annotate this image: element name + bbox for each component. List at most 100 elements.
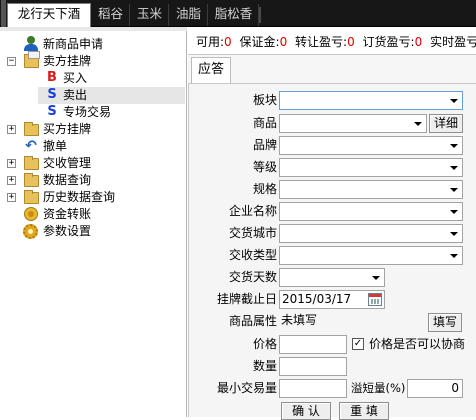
chevron-down-icon bbox=[450, 210, 458, 214]
tree-item-fund-transfer[interactable]: 资金转账 bbox=[0, 206, 187, 223]
tree-item-history-query[interactable]: + 历史数据查询 bbox=[0, 189, 187, 206]
settle-type-select[interactable] bbox=[279, 246, 463, 265]
sector-label: 板块 bbox=[252, 93, 277, 107]
attr-label: 商品属性 bbox=[228, 314, 277, 328]
grade-select[interactable] bbox=[279, 158, 463, 177]
tree-item-label: 买入 bbox=[63, 71, 88, 85]
sub-tab-bar: 应答 bbox=[188, 55, 476, 83]
confirm-button[interactable]: 确 认 bbox=[281, 402, 331, 420]
chevron-down-icon bbox=[450, 99, 458, 103]
tab-daogu[interactable]: 稻谷 bbox=[92, 4, 130, 26]
tree-item-label: 卖方挂牌 bbox=[43, 54, 92, 68]
tree-item-seller-listing[interactable]: − 卖方挂牌 bbox=[0, 51, 187, 70]
account-status-bar: 可用:0 保证金:0 转让盈亏:0 订货盈亏:0 实时盈亏 bbox=[188, 28, 476, 55]
margin-label: 保证金: bbox=[239, 35, 280, 49]
tree-item-cancel-order[interactable]: ↶ 撤单 bbox=[0, 138, 187, 155]
expand-icon[interactable]: + bbox=[7, 176, 16, 185]
qty-label: 数量 bbox=[252, 359, 277, 373]
order-pnl-label: 订货盈亏: bbox=[362, 35, 415, 49]
undo-icon: ↶ bbox=[25, 138, 37, 154]
company-select[interactable] bbox=[279, 202, 463, 221]
gear-icon bbox=[23, 224, 38, 239]
tree-item-settings[interactable]: 参数设置 bbox=[0, 223, 187, 240]
folder-icon bbox=[24, 122, 39, 136]
tree-item-label: 历史数据查询 bbox=[43, 190, 116, 204]
margin-value: 0 bbox=[279, 35, 288, 49]
folder-icon bbox=[24, 173, 39, 187]
chevron-down-icon bbox=[372, 276, 380, 280]
expand-icon[interactable]: + bbox=[7, 125, 16, 134]
delivery-days-label: 交货天数 bbox=[228, 270, 277, 284]
listing-form: 板块 商品 详细 品牌 等级 规格 企业名称 交货城市 交收类型 交货天数 挂牌… bbox=[188, 83, 476, 420]
s-icon: S bbox=[47, 87, 57, 102]
price-input[interactable] bbox=[279, 335, 347, 354]
tree-item-label: 数据查询 bbox=[43, 173, 92, 187]
tree-item-special-trade[interactable]: S 专场交易 bbox=[0, 104, 187, 121]
brand-label: 品牌 bbox=[252, 138, 277, 152]
city-select[interactable] bbox=[279, 224, 463, 243]
spec-select[interactable] bbox=[279, 180, 463, 199]
grade-label: 等级 bbox=[252, 160, 277, 174]
b-icon: B bbox=[47, 70, 57, 85]
tree-item-settlement[interactable]: + 交收管理 bbox=[0, 155, 187, 172]
folder-open-icon bbox=[24, 51, 40, 68]
tree-item-data-query[interactable]: + 数据查询 bbox=[0, 172, 187, 189]
transfer-pnl-label: 转让盈亏: bbox=[295, 35, 348, 49]
brand-select[interactable] bbox=[279, 136, 463, 155]
sector-select[interactable] bbox=[279, 91, 463, 110]
tree-item-label: 买方挂牌 bbox=[43, 122, 92, 136]
deadline-value: 2015/03/17 bbox=[282, 292, 352, 306]
tree-item-buyer-listing[interactable]: + 买方挂牌 bbox=[0, 121, 187, 138]
detail-button[interactable]: 详细 bbox=[429, 114, 463, 133]
transfer-pnl-value: 0 bbox=[347, 35, 355, 49]
attr-value: 未填写 bbox=[281, 313, 318, 327]
top-tab-bar: 龙行天下酒 稻谷 玉米 油脂 脂松香 bbox=[0, 0, 476, 27]
expand-icon[interactable]: + bbox=[7, 159, 16, 168]
calendar-icon[interactable] bbox=[368, 293, 382, 306]
available-label: 可用: bbox=[196, 35, 225, 49]
reset-button[interactable]: 重 填 bbox=[339, 402, 389, 420]
deadline-date-input[interactable]: 2015/03/17 bbox=[279, 290, 385, 309]
min-qty-label: 最小交易量 bbox=[216, 381, 277, 395]
chevron-down-icon bbox=[450, 188, 458, 192]
overflow-label: 溢短量(%) bbox=[351, 381, 406, 395]
tab-bar-edge bbox=[1, 0, 6, 27]
negotiable-checkbox[interactable]: ✓ bbox=[352, 338, 364, 350]
chevron-down-icon bbox=[414, 122, 422, 126]
tree-item-label: 卖出 bbox=[63, 88, 88, 102]
available-value: 0 bbox=[224, 35, 232, 49]
tab-longxingtianxia[interactable]: 龙行天下酒 bbox=[7, 3, 91, 27]
product-label: 商品 bbox=[252, 116, 277, 130]
chevron-down-icon bbox=[450, 232, 458, 236]
tab-youzhi[interactable]: 油脂 bbox=[170, 4, 208, 26]
order-pnl-value: 0 bbox=[414, 35, 423, 49]
function-tree: 新商品申请 − 卖方挂牌 B 买入 S 卖出 S 专场交易 + 买方挂牌 ↶ 撤… bbox=[0, 27, 187, 417]
tab-bar-separator bbox=[259, 7, 261, 23]
folder-icon bbox=[24, 190, 39, 204]
tab-yumi[interactable]: 玉米 bbox=[131, 4, 169, 26]
chevron-down-icon bbox=[450, 166, 458, 170]
tree-item-sell[interactable]: S 卖出 bbox=[38, 87, 185, 104]
folder-icon bbox=[24, 156, 39, 170]
settle-type-label: 交收类型 bbox=[228, 248, 277, 262]
qty-input[interactable] bbox=[279, 357, 347, 376]
person-icon bbox=[23, 36, 39, 52]
s-icon: S bbox=[47, 104, 57, 119]
tree-item-label: 交收管理 bbox=[43, 156, 92, 170]
tab-respond[interactable]: 应答 bbox=[191, 57, 231, 83]
tree-item-label: 参数设置 bbox=[43, 224, 92, 238]
delivery-days-select[interactable] bbox=[279, 268, 385, 287]
city-label: 交货城市 bbox=[228, 226, 277, 240]
min-qty-input[interactable] bbox=[279, 379, 347, 398]
tree-item-buy[interactable]: B 买入 bbox=[0, 70, 187, 87]
chevron-down-icon bbox=[450, 254, 458, 258]
expand-icon[interactable]: + bbox=[7, 193, 16, 202]
negotiable-label: 价格是否可以协商 bbox=[369, 337, 466, 351]
product-select[interactable] bbox=[279, 114, 427, 133]
tab-zhisongxiang[interactable]: 脂松香 bbox=[209, 4, 259, 26]
fill-button[interactable]: 填写 bbox=[428, 313, 462, 332]
collapse-icon[interactable]: − bbox=[7, 57, 16, 66]
company-label: 企业名称 bbox=[228, 204, 277, 218]
tree-item-label: 新商品申请 bbox=[43, 37, 104, 51]
overflow-input[interactable]: 0 bbox=[407, 379, 463, 398]
